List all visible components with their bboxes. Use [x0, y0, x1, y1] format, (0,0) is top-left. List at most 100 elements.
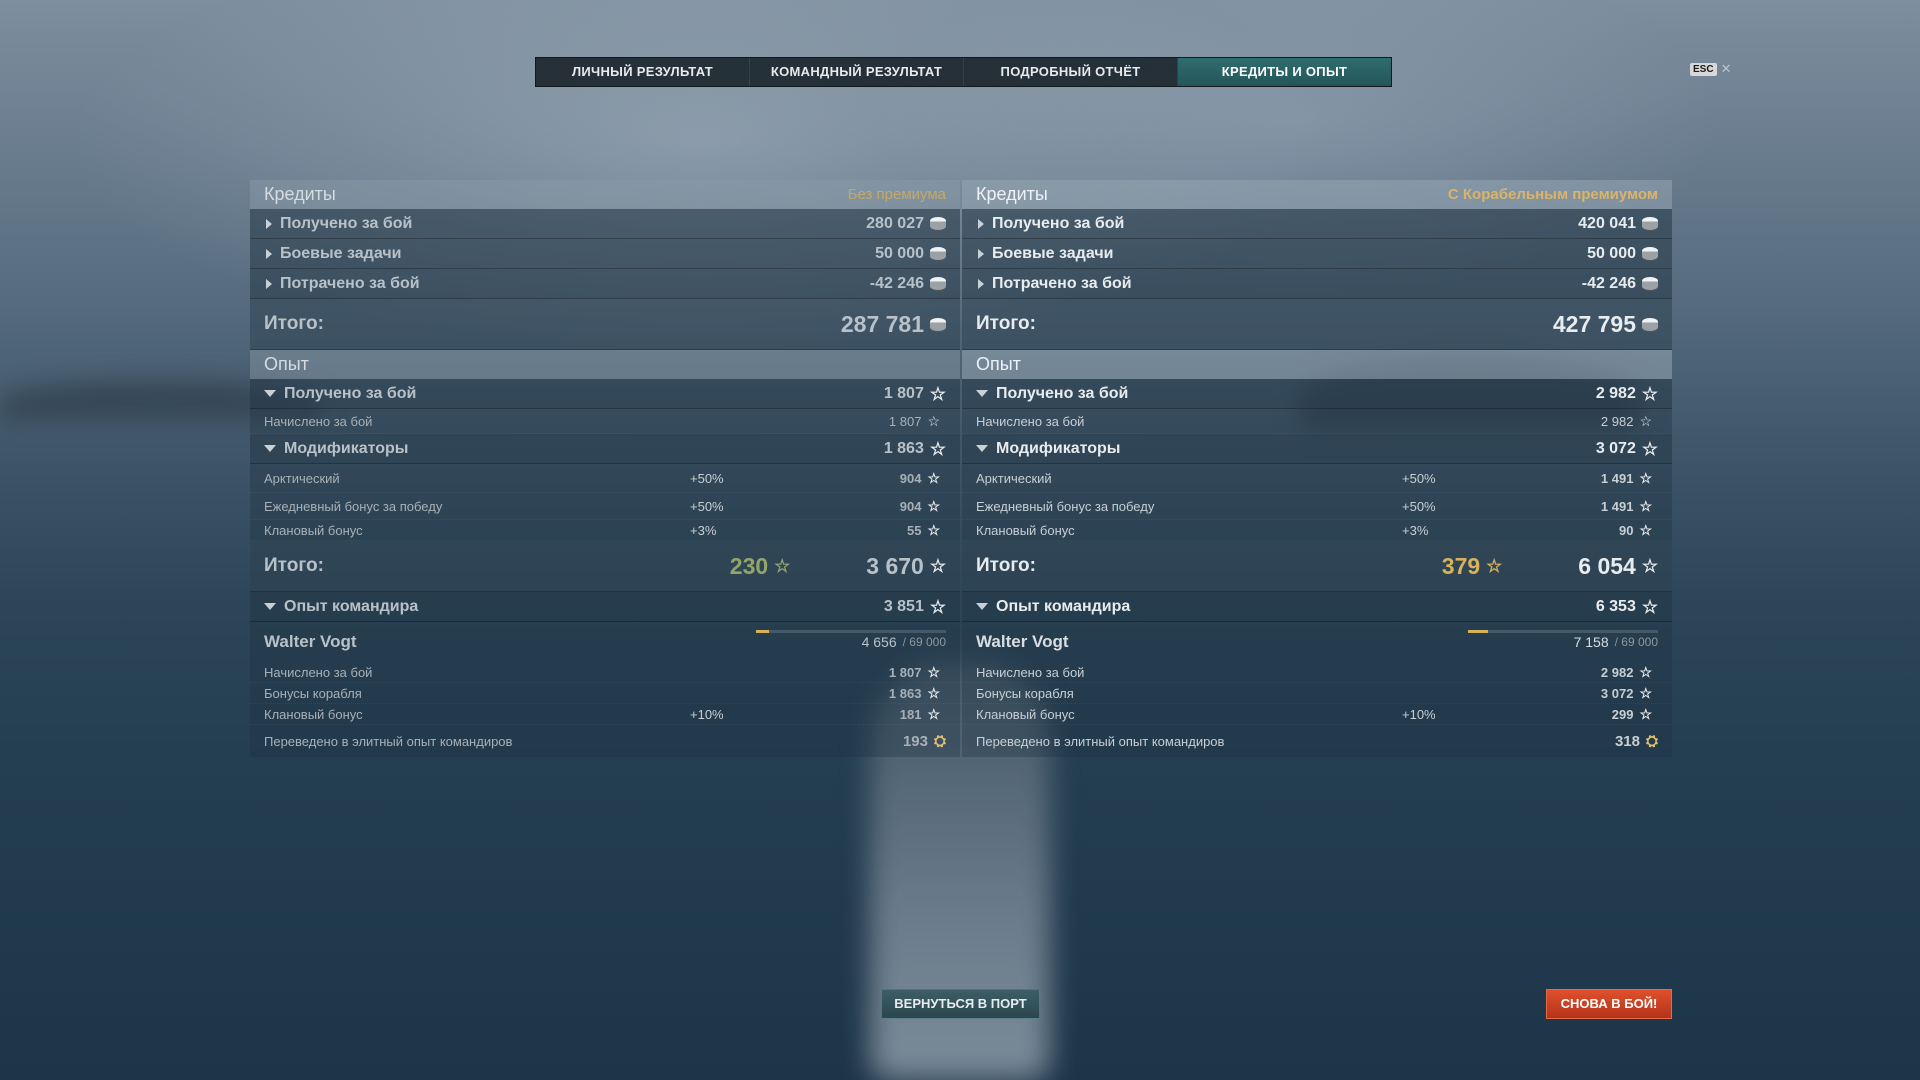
battle-again-button[interactable]: СНОВА В БОЙ!: [1546, 989, 1672, 1019]
commander-bonus-row: Бонусы корабля 1 863 ☆: [250, 683, 960, 704]
tab-personal-result[interactable]: ЛИЧНЫЙ РЕЗУЛЬТАТ: [536, 58, 750, 86]
close-button[interactable]: ESC ✕: [1690, 61, 1731, 77]
modifier-percent: +50%: [1402, 470, 1436, 486]
modifier-value: 1 491: [1600, 498, 1634, 514]
xp-earned-sub-value: 2 982: [1600, 413, 1634, 429]
modifiers-value: 3 072: [1595, 439, 1636, 457]
xp-total-label: Итого:: [976, 555, 1036, 576]
commander-progress-fill: [1468, 630, 1488, 633]
credits-title: Кредиты: [976, 184, 1048, 204]
star-icon: ☆: [1641, 556, 1658, 576]
panel-no-premium: Кредиты Без премиума Получено за бой 280 …: [250, 180, 960, 757]
credit-row[interactable]: Боевые задачи 50 000: [250, 239, 960, 269]
commander-bonus-value: 1 807: [888, 664, 922, 680]
credits-icon: [930, 247, 946, 260]
commander-row: Walter Vogt 7 158 / 69 000: [962, 622, 1672, 662]
credits-total-value: 287 781: [840, 310, 924, 337]
modifier-value: 1 491: [1600, 470, 1634, 486]
modifiers-label: Модификаторы: [996, 439, 1121, 457]
modifier-value: 55: [906, 522, 922, 538]
star-icon: ☆: [1639, 706, 1652, 722]
modifier-row: Ежедневный бонус за победу +50% 1 491 ☆: [962, 493, 1672, 520]
modifiers-label: Модификаторы: [284, 439, 409, 457]
commander-bonus-value: 3 072: [1600, 685, 1634, 701]
elite-xp-value: 193: [902, 732, 928, 750]
credit-row[interactable]: Потрачено за бой -42 246: [962, 269, 1672, 299]
credits-header: Кредиты Без премиума: [250, 180, 960, 209]
commander-bonus-label: Бонусы корабля: [976, 685, 1074, 701]
modifiers-row[interactable]: Модификаторы 3 072 ☆: [962, 434, 1672, 464]
chevron-down-icon: [976, 445, 988, 452]
modifier-label: Арктический: [976, 470, 1052, 486]
chevron-down-icon: [976, 390, 988, 397]
credit-row-value: -42 246: [869, 274, 924, 292]
star-icon: ☆: [927, 522, 940, 538]
credit-row[interactable]: Потрачено за бой -42 246: [250, 269, 960, 299]
credits-icon: [1642, 277, 1658, 290]
xp-earned-sub-label: Начислено за бой: [976, 413, 1085, 429]
commander-bonus-value: 299: [1611, 706, 1634, 722]
commander-xp-row[interactable]: Опыт командира 3 851 ☆: [250, 592, 960, 622]
star-icon: ☆: [1639, 522, 1652, 538]
commander-xp-row[interactable]: Опыт командира 6 353 ☆: [962, 592, 1672, 622]
xp-header: Опыт: [250, 350, 960, 379]
star-icon: ☆: [1641, 438, 1658, 459]
star-icon: ☆: [929, 383, 946, 404]
commander-current-xp: 7 158: [1573, 634, 1609, 650]
xp-earned-sub-row: Начислено за бой 2 982 ☆: [962, 409, 1672, 434]
tab-team-result[interactable]: КОМАНДНЫЙ РЕЗУЛЬТАТ: [750, 58, 964, 86]
tab-credits-and-xp[interactable]: КРЕДИТЫ И ОПЫТ: [1178, 58, 1391, 86]
elite-xp-row: Переведено в элитный опыт командиров 193…: [250, 725, 960, 757]
commander-bonus-row: Бонусы корабля 3 072 ☆: [962, 683, 1672, 704]
credit-row-label: Боевые задачи: [280, 244, 402, 262]
credit-row-label: Получено за бой: [280, 214, 413, 232]
chevron-right-icon: [266, 218, 272, 229]
modifier-percent: +50%: [1402, 498, 1436, 514]
elite-xp-icon: ⛭: [1645, 732, 1658, 750]
commander-current-xp: 4 656: [861, 634, 897, 650]
commander-bonus-label: Клановый бонус: [976, 706, 1075, 722]
credit-row-label: Потрачено за бой: [280, 274, 420, 292]
chevron-right-icon: [978, 278, 984, 289]
modifier-row: Арктический +50% 904 ☆: [250, 464, 960, 493]
credit-row[interactable]: Получено за бой 420 041: [962, 209, 1672, 239]
xp-earned-label: Получено за бой: [996, 384, 1129, 402]
star-icon: ☆: [927, 470, 940, 486]
free-xp-star-icon: ☆: [774, 556, 791, 576]
commander-bonus-row: Начислено за бой 2 982 ☆: [962, 662, 1672, 683]
credit-row-value: 50 000: [1587, 244, 1636, 262]
star-icon: ☆: [1639, 470, 1652, 486]
modifier-row: Клановый бонус +3% 55 ☆: [250, 520, 960, 541]
modifiers-row[interactable]: Модификаторы 1 863 ☆: [250, 434, 960, 464]
xp-earned-row[interactable]: Получено за бой 2 982 ☆: [962, 379, 1672, 409]
credits-header: Кредиты С Корабельным премиумом: [962, 180, 1672, 209]
star-icon: ☆: [1639, 664, 1652, 680]
commander-name: Walter Vogt: [976, 632, 1069, 651]
credit-row-label: Получено за бой: [992, 214, 1125, 232]
xp-earned-label: Получено за бой: [284, 384, 417, 402]
credits-icon: [930, 317, 946, 331]
credit-row-value: 50 000: [875, 244, 924, 262]
credits-total-label: Итого:: [264, 313, 324, 334]
elite-xp-label: Переведено в элитный опыт командиров: [976, 733, 1225, 749]
modifier-label: Ежедневный бонус за победу: [976, 498, 1155, 514]
esc-key-icon: ESC: [1690, 62, 1717, 76]
xp-earned-value: 1 807: [883, 384, 924, 402]
xp-total-value: 3 670: [866, 552, 924, 579]
commander-max-xp: / 69 000: [902, 635, 946, 649]
commander-xp-label: Опыт командира: [996, 597, 1131, 615]
credits-icon: [1642, 217, 1658, 230]
star-icon: ☆: [927, 664, 940, 680]
credit-row[interactable]: Получено за бой 280 027: [250, 209, 960, 239]
credits-icon: [1642, 317, 1658, 331]
tab-detailed-report[interactable]: ПОДРОБНЫЙ ОТЧЁТ: [964, 58, 1178, 86]
xp-earned-row[interactable]: Получено за бой 1 807 ☆: [250, 379, 960, 409]
return-to-port-button[interactable]: ВЕРНУТЬСЯ В ПОРТ: [881, 989, 1040, 1019]
credit-row[interactable]: Боевые задачи 50 000: [962, 239, 1672, 269]
modifier-label: Клановый бонус: [976, 522, 1075, 538]
modifier-label: Ежедневный бонус за победу: [264, 498, 443, 514]
close-icon: ✕: [1720, 61, 1732, 76]
elite-xp-icon: ⛭: [933, 732, 946, 750]
commander-bonus-label: Клановый бонус: [264, 706, 363, 722]
premium-badge: С Корабельным премиумом: [1447, 186, 1658, 203]
